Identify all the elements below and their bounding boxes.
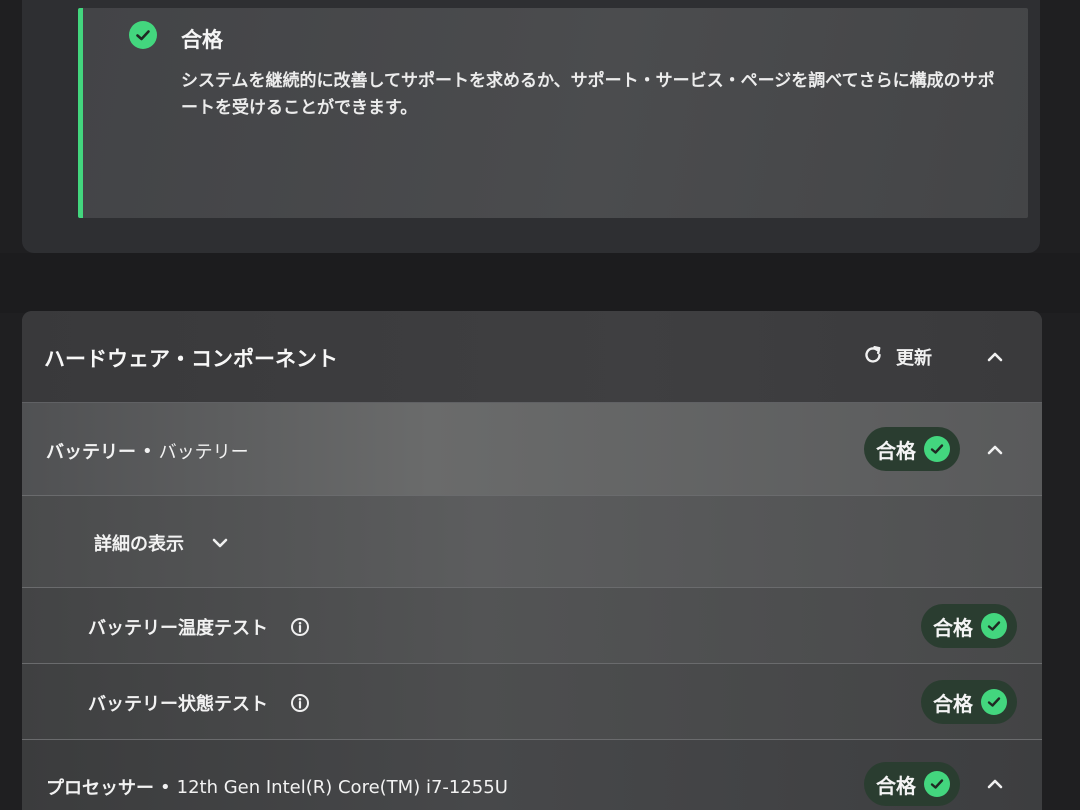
processor-status-badge: 合格 [864, 762, 960, 806]
battery-temperature-test-label: バッテリー温度テスト [88, 614, 310, 640]
status-text: 合格 [876, 438, 916, 463]
battery-state-status-badge: 合格 [921, 680, 1017, 724]
status-text: 合格 [933, 691, 973, 716]
battery-temperature-status-badge: 合格 [921, 604, 1017, 648]
battery-row[interactable]: バッテリー • バッテリー 合格 [22, 403, 1042, 496]
battery-name: バッテリー [158, 442, 249, 463]
battery-state-test-row: バッテリー状態テスト 合格 [22, 664, 1042, 740]
hardware-components-panel: ハードウェア・コンポーネント 更新 バッテリー • バッテリー 合格 詳細の表示… [22, 311, 1042, 810]
collapse-processor-button[interactable] [980, 769, 1010, 799]
processor-row[interactable]: プロセッサー • 12th Gen Intel(R) Core(TM) i7-1… [22, 740, 1042, 810]
battery-temperature-test-row: バッテリー温度テスト 合格 [22, 588, 1042, 664]
refresh-label: 更新 [896, 348, 932, 369]
status-text: 合格 [876, 773, 916, 798]
processor-category: プロセッサー [46, 778, 154, 799]
info-icon[interactable] [290, 693, 310, 713]
test-name: バッテリー状態テスト [88, 694, 268, 715]
show-details-toggle[interactable]: 詳細の表示 [94, 530, 228, 556]
processor-name: 12th Gen Intel(R) Core(TM) i7-1255U [176, 776, 508, 798]
check-circle-icon [924, 771, 950, 797]
battery-category: バッテリー [46, 442, 136, 463]
test-name: バッテリー温度テスト [88, 618, 268, 639]
chevron-down-icon [212, 537, 228, 549]
refresh-icon [862, 344, 884, 370]
result-message: システムを継続的に改善してサポートを求めるか、サポート・サービス・ページを調べて… [181, 71, 995, 118]
section-gap [0, 253, 1080, 313]
hardware-components-header: ハードウェア・コンポーネント 更新 [22, 311, 1042, 403]
details-row: 詳細の表示 [22, 496, 1042, 588]
result-message-box: 合格 システムを継続的に改善してサポートを求めるか、サポート・サービス・ページを… [78, 8, 1028, 218]
battery-status-badge: 合格 [864, 427, 960, 471]
diagnostics-page: 合格 システムを継続的に改善してサポートを求めるか、サポート・サービス・ページを… [0, 0, 1080, 810]
processor-row-label: プロセッサー • 12th Gen Intel(R) Core(TM) i7-1… [46, 774, 508, 800]
result-title: 合格 [181, 28, 223, 52]
check-circle-icon [981, 689, 1007, 715]
check-circle-icon [129, 21, 157, 49]
result-card: 合格 システムを継続的に改善してサポートを求めるか、サポート・サービス・ページを… [22, 0, 1040, 253]
check-circle-icon [981, 613, 1007, 639]
battery-state-test-label: バッテリー状態テスト [88, 690, 310, 716]
collapse-battery-button[interactable] [980, 435, 1010, 465]
separator: • [160, 776, 171, 798]
separator: • [142, 440, 153, 462]
refresh-button[interactable]: 更新 [862, 341, 932, 373]
check-circle-icon [924, 436, 950, 462]
info-icon[interactable] [290, 617, 310, 637]
chevron-up-icon [987, 348, 1003, 367]
status-text: 合格 [933, 615, 973, 640]
chevron-up-icon [987, 441, 1003, 460]
chevron-up-icon [987, 775, 1003, 794]
battery-row-label: バッテリー • バッテリー [46, 438, 249, 464]
show-details-label: 詳細の表示 [94, 534, 184, 555]
collapse-hardware-button[interactable] [980, 342, 1010, 372]
hardware-components-title: ハードウェア・コンポーネント [44, 347, 338, 371]
